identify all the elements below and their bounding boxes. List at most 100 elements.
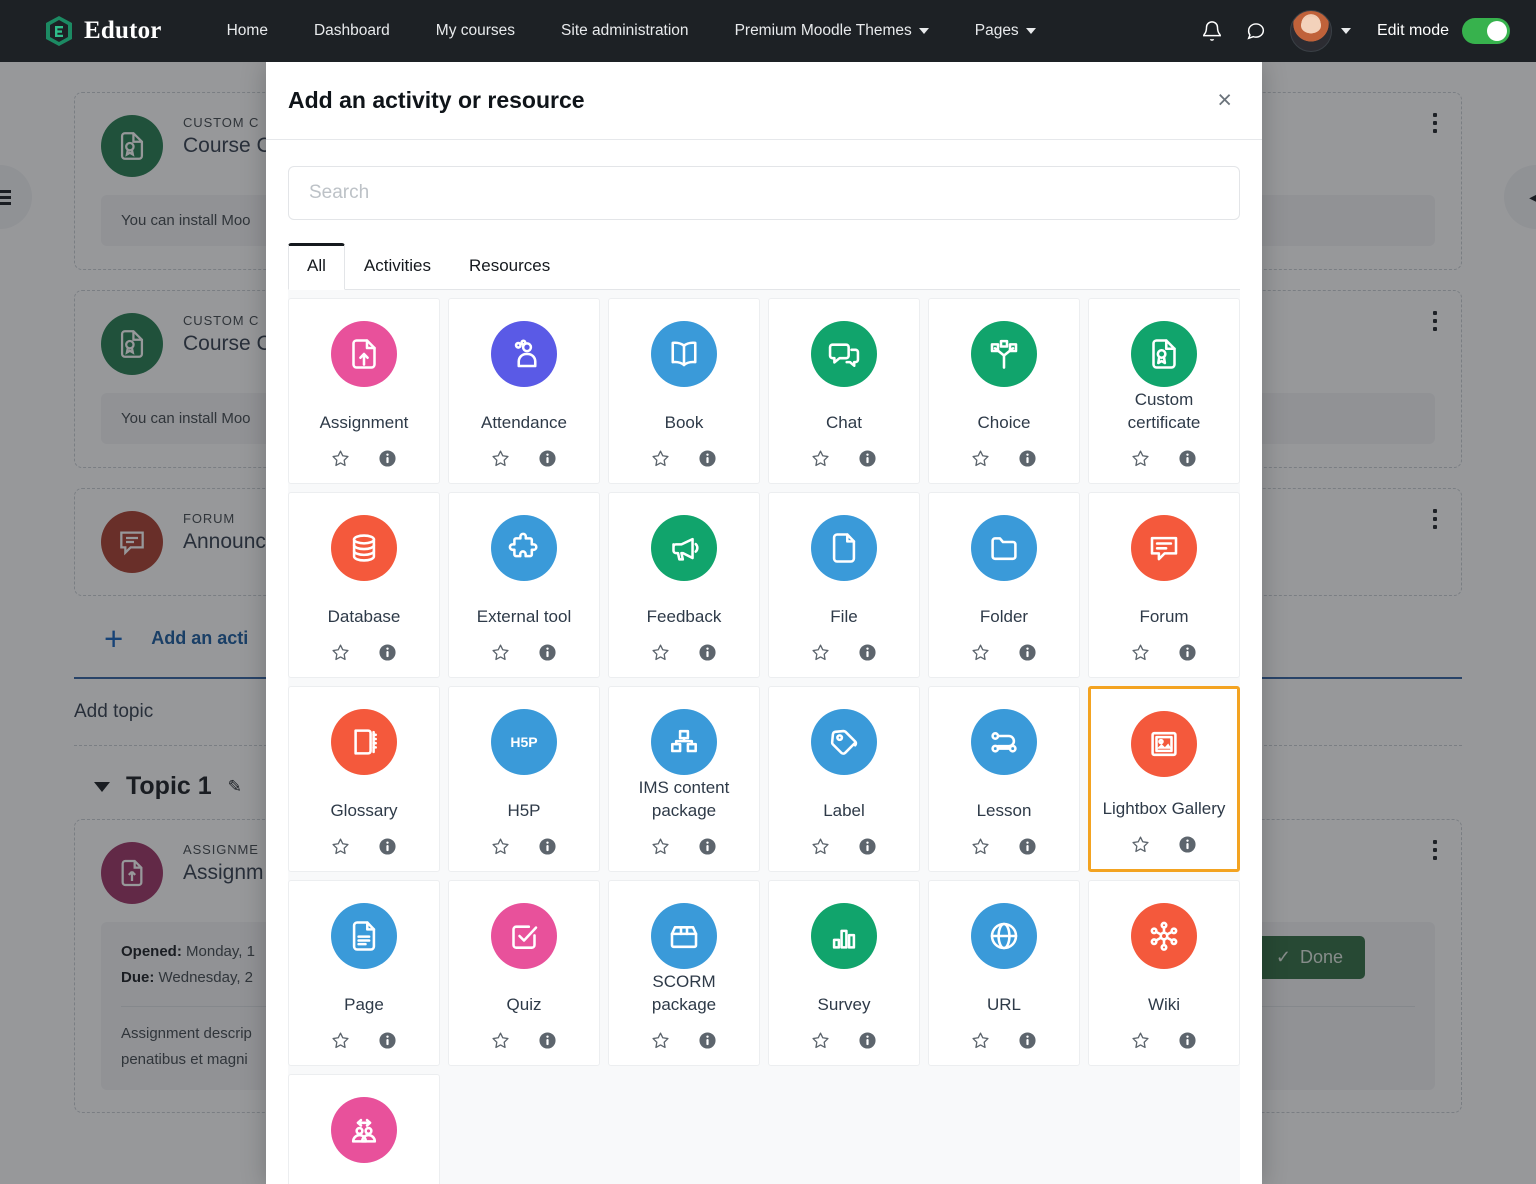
notifications-button[interactable]: [1190, 9, 1234, 53]
activity-tile[interactable]: SCORM package: [608, 879, 760, 1066]
activity-tile[interactable]: External tool: [448, 491, 600, 678]
info-icon[interactable]: [1177, 834, 1198, 855]
star-icon[interactable]: [810, 642, 831, 663]
info-icon[interactable]: [857, 1030, 878, 1051]
info-icon[interactable]: [537, 642, 558, 663]
star-icon[interactable]: [330, 836, 351, 857]
info-icon[interactable]: [377, 448, 398, 469]
activity-tile[interactable]: Label: [768, 685, 920, 872]
star-icon[interactable]: [490, 836, 511, 857]
star-icon[interactable]: [1130, 642, 1151, 663]
activity-tile[interactable]: File: [768, 491, 920, 678]
close-icon[interactable]: ×: [1217, 88, 1232, 113]
info-icon[interactable]: [537, 448, 558, 469]
info-icon[interactable]: [1017, 448, 1038, 469]
activity-tile[interactable]: Assignment: [288, 297, 440, 484]
star-icon[interactable]: [330, 642, 351, 663]
activity-tile[interactable]: IMS content package: [608, 685, 760, 872]
star-icon[interactable]: [490, 1030, 511, 1051]
tab-label: Resources: [468, 255, 551, 275]
info-icon[interactable]: [537, 836, 558, 857]
search-input[interactable]: [309, 181, 1219, 204]
star-icon[interactable]: [970, 1030, 991, 1051]
info-icon[interactable]: [1177, 642, 1198, 663]
star-icon[interactable]: [810, 448, 831, 469]
activity-tile[interactable]: Forum: [1088, 491, 1240, 678]
activity-tile[interactable]: Book: [608, 297, 760, 484]
edit-mode-switch[interactable]: Edit mode: [1377, 18, 1510, 44]
info-icon[interactable]: [697, 836, 718, 857]
star-icon[interactable]: [1130, 448, 1151, 469]
star-icon[interactable]: [650, 1030, 671, 1051]
tab-activities[interactable]: Activities: [345, 243, 450, 290]
activity-tile-label: Choice: [977, 412, 1031, 432]
activity-tile[interactable]: Database: [288, 491, 440, 678]
info-icon[interactable]: [857, 836, 878, 857]
activity-chooser-scroll[interactable]: Assignment Attendance Book Chat Choice Custom…: [288, 289, 1240, 1184]
star-icon[interactable]: [330, 448, 351, 469]
activity-tile-actions: [650, 1030, 718, 1051]
activity-tile[interactable]: Folder: [928, 491, 1080, 678]
activity-tile[interactable]: Quiz: [448, 879, 600, 1066]
star-icon[interactable]: [1130, 834, 1151, 855]
info-icon[interactable]: [1017, 836, 1038, 857]
activity-tile[interactable]: Feedback: [608, 491, 760, 678]
activity-tile-actions: [650, 836, 718, 857]
star-icon[interactable]: [810, 836, 831, 857]
activity-tile[interactable]: Workshop: [288, 1073, 440, 1184]
activity-tile[interactable]: Survey: [768, 879, 920, 1066]
activity-tile[interactable]: Lesson: [928, 685, 1080, 872]
nav-item-site-administration[interactable]: Site administration: [538, 22, 712, 40]
star-icon[interactable]: [810, 1030, 831, 1051]
messages-button[interactable]: [1234, 9, 1278, 53]
star-icon[interactable]: [970, 836, 991, 857]
info-icon[interactable]: [697, 448, 718, 469]
info-icon[interactable]: [1017, 642, 1038, 663]
activity-tile-actions: [970, 642, 1038, 663]
info-icon[interactable]: [537, 1030, 558, 1051]
star-icon[interactable]: [650, 642, 671, 663]
activity-tile[interactable]: Custom certificate: [1088, 297, 1240, 484]
info-icon[interactable]: [377, 642, 398, 663]
star-icon[interactable]: [970, 448, 991, 469]
info-icon[interactable]: [697, 642, 718, 663]
tab-resources[interactable]: Resources: [450, 243, 569, 290]
activity-tile[interactable]: URL: [928, 879, 1080, 1066]
chevron-down-icon: [1340, 28, 1351, 34]
star-icon[interactable]: [490, 448, 511, 469]
nav-item-my-courses[interactable]: My courses: [413, 22, 538, 40]
info-icon[interactable]: [377, 1030, 398, 1051]
activity-tile[interactable]: Wiki: [1088, 879, 1240, 1066]
activity-tile[interactable]: Choice: [928, 297, 1080, 484]
info-icon[interactable]: [1177, 448, 1198, 469]
brand[interactable]: Edutor: [44, 15, 162, 47]
search-field[interactable]: [288, 166, 1240, 220]
star-icon[interactable]: [650, 836, 671, 857]
info-icon[interactable]: [857, 448, 878, 469]
tab-all[interactable]: All: [288, 242, 345, 290]
info-icon[interactable]: [697, 1030, 718, 1051]
nav-item-dashboard[interactable]: Dashboard: [291, 22, 413, 40]
activity-tile[interactable]: Lightbox Gallery: [1088, 685, 1240, 872]
star-icon[interactable]: [330, 1030, 351, 1051]
star-icon[interactable]: [970, 642, 991, 663]
info-icon[interactable]: [857, 642, 878, 663]
star-icon[interactable]: [1130, 1030, 1151, 1051]
activity-tile[interactable]: Page: [288, 879, 440, 1066]
info-icon[interactable]: [1177, 1030, 1198, 1051]
logo-icon: [44, 15, 74, 47]
activity-tile-label: Folder: [979, 606, 1029, 626]
star-icon[interactable]: [650, 448, 671, 469]
nav-item-pages[interactable]: Pages: [952, 22, 1059, 40]
user-menu[interactable]: [1289, 10, 1351, 52]
info-icon[interactable]: [377, 836, 398, 857]
info-icon[interactable]: [1017, 1030, 1038, 1051]
activity-tile[interactable]: Attendance: [448, 297, 600, 484]
activity-tile[interactable]: H5P H5P: [448, 685, 600, 872]
nav-item-home[interactable]: Home: [204, 22, 291, 40]
activity-tile[interactable]: Glossary: [288, 685, 440, 872]
edit-mode-toggle[interactable]: [1462, 18, 1510, 44]
star-icon[interactable]: [490, 642, 511, 663]
activity-tile[interactable]: Chat: [768, 297, 920, 484]
nav-item-premium-moodle-themes[interactable]: Premium Moodle Themes: [712, 22, 952, 40]
